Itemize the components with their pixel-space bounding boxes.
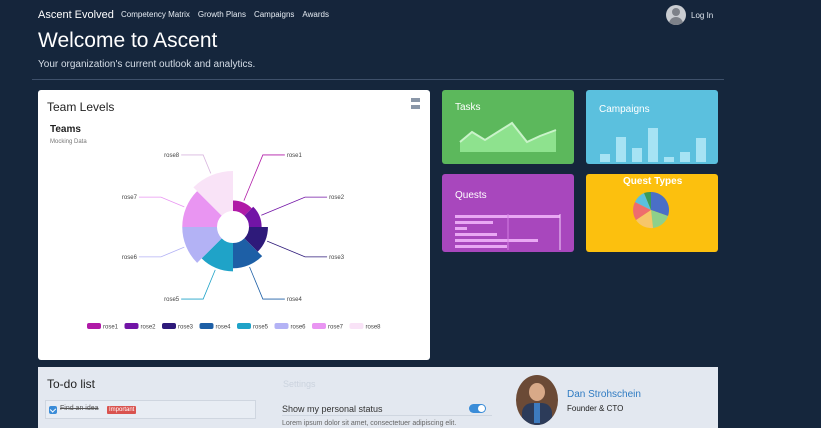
legend-item-rose2[interactable]: rose2: [124, 323, 157, 331]
legend-label-rose3: rose3: [178, 325, 194, 331]
settings-heading: Settings: [283, 379, 316, 389]
legend-label-rose8: rose8: [366, 325, 382, 331]
rose-label-rose7: rose7: [122, 195, 138, 201]
legend-swatch-rose3: [162, 323, 176, 329]
todo-item-text: Find an idea: [60, 405, 99, 412]
legend-label-rose6: rose6: [291, 325, 307, 331]
rose-label-rose1: rose1: [287, 153, 303, 159]
rose-label-rose5: rose5: [164, 297, 180, 303]
rose-label-rose4: rose4: [287, 297, 303, 303]
status-setting-row: Show my personal status: [282, 398, 492, 416]
status-setting-label: Show my personal status: [282, 404, 383, 414]
rose-label-line-rose5: [181, 269, 216, 300]
user-avatar-icon: [666, 5, 686, 25]
rose-label-line-rose8: [181, 154, 212, 174]
top-navbar: Ascent Evolved Competency Matrix Growth …: [0, 0, 821, 30]
profile-name[interactable]: Dan Strohschein: [567, 389, 641, 400]
horizontal-bars-icon: [455, 214, 561, 250]
bar-chart-icon: [600, 128, 706, 162]
legend-label-rose1: rose1: [103, 325, 119, 331]
legend-swatch-rose1: [87, 323, 101, 329]
nav-link-awards[interactable]: Awards: [302, 10, 329, 19]
tasks-tile[interactable]: Tasks: [442, 90, 574, 164]
page-subtitle: Your organization's current outlook and …: [38, 59, 256, 70]
nav-links: Competency Matrix Growth Plans Campaigns…: [121, 10, 329, 19]
checkbox-checked-icon[interactable]: [49, 406, 57, 414]
legend-item-rose1[interactable]: rose1: [87, 323, 119, 331]
legend-swatch-rose6: [274, 323, 289, 329]
rose-label-rose6: rose6: [122, 255, 138, 261]
pie-chart-icon: [633, 191, 670, 229]
profile-avatar: [516, 375, 558, 425]
login-label: Log In: [691, 10, 714, 20]
todo-item[interactable]: Find an idea Important: [45, 400, 256, 419]
legend-label-rose4: rose4: [216, 325, 232, 331]
team-levels-card: Team Levels Teams Mocking Data rose1 rose…: [38, 90, 430, 360]
bottom-panel: To-do list Find an idea Important Settin…: [38, 367, 718, 428]
rose-label-line-rose4: [249, 266, 285, 300]
brand-logo[interactable]: Ascent Evolved: [38, 9, 114, 21]
legend-swatch-rose5: [237, 323, 251, 329]
legend-item-rose4[interactable]: rose4: [199, 323, 232, 331]
profile-role: Founder & CTO: [567, 404, 624, 413]
line-sparkline-icon: [459, 121, 557, 152]
rose-label-line-rose1: [243, 154, 285, 201]
login-button[interactable]: Log In: [666, 5, 713, 25]
nav-link-competency-matrix[interactable]: Competency Matrix: [121, 10, 190, 19]
campaigns-tile[interactable]: Campaigns: [586, 90, 718, 164]
legend-swatch-rose8: [349, 323, 364, 329]
legend-item-rose8[interactable]: rose8: [349, 323, 382, 331]
rose-label-rose8: rose8: [164, 153, 180, 159]
legend-item-rose7[interactable]: rose7: [312, 323, 344, 331]
legend-swatch-rose2: [124, 323, 139, 329]
divider: [32, 79, 724, 80]
quest-types-tile[interactable]: Quest Types: [586, 174, 718, 252]
legend-label-rose5: rose5: [253, 325, 269, 331]
legend-swatch-rose7: [312, 323, 326, 329]
important-badge: Important: [107, 406, 137, 414]
page-title: Welcome to Ascent: [38, 29, 218, 52]
nav-link-campaigns[interactable]: Campaigns: [254, 10, 294, 19]
quests-tile[interactable]: Quests: [442, 174, 574, 252]
rose-label-line-rose6: [138, 246, 185, 258]
legend-item-rose6[interactable]: rose6: [274, 323, 307, 331]
legend-swatch-rose4: [199, 323, 214, 329]
legend-item-rose5[interactable]: rose5: [237, 323, 269, 331]
rose-label-rose3: rose3: [329, 255, 345, 261]
rose-label-line-rose7: [138, 196, 185, 208]
todo-title: To-do list: [47, 377, 96, 391]
legend-item-rose3[interactable]: rose3: [162, 323, 194, 331]
status-description: Lorem ipsum dolor sit amet, consectetuer…: [282, 420, 457, 427]
rose-label-rose2: rose2: [329, 195, 345, 201]
nav-link-growth-plans[interactable]: Growth Plans: [198, 10, 246, 19]
rose-chart: rose1 rose2 rose3 rose4 rose5 rose6 rose7 rose8…: [87, 153, 382, 331]
status-toggle[interactable]: [469, 404, 486, 413]
legend-label-rose2: rose2: [141, 325, 157, 331]
rose-label-line-rose2: [261, 196, 328, 216]
rose-label-line-rose3: [266, 240, 328, 258]
legend-label-rose7: rose7: [328, 325, 344, 331]
